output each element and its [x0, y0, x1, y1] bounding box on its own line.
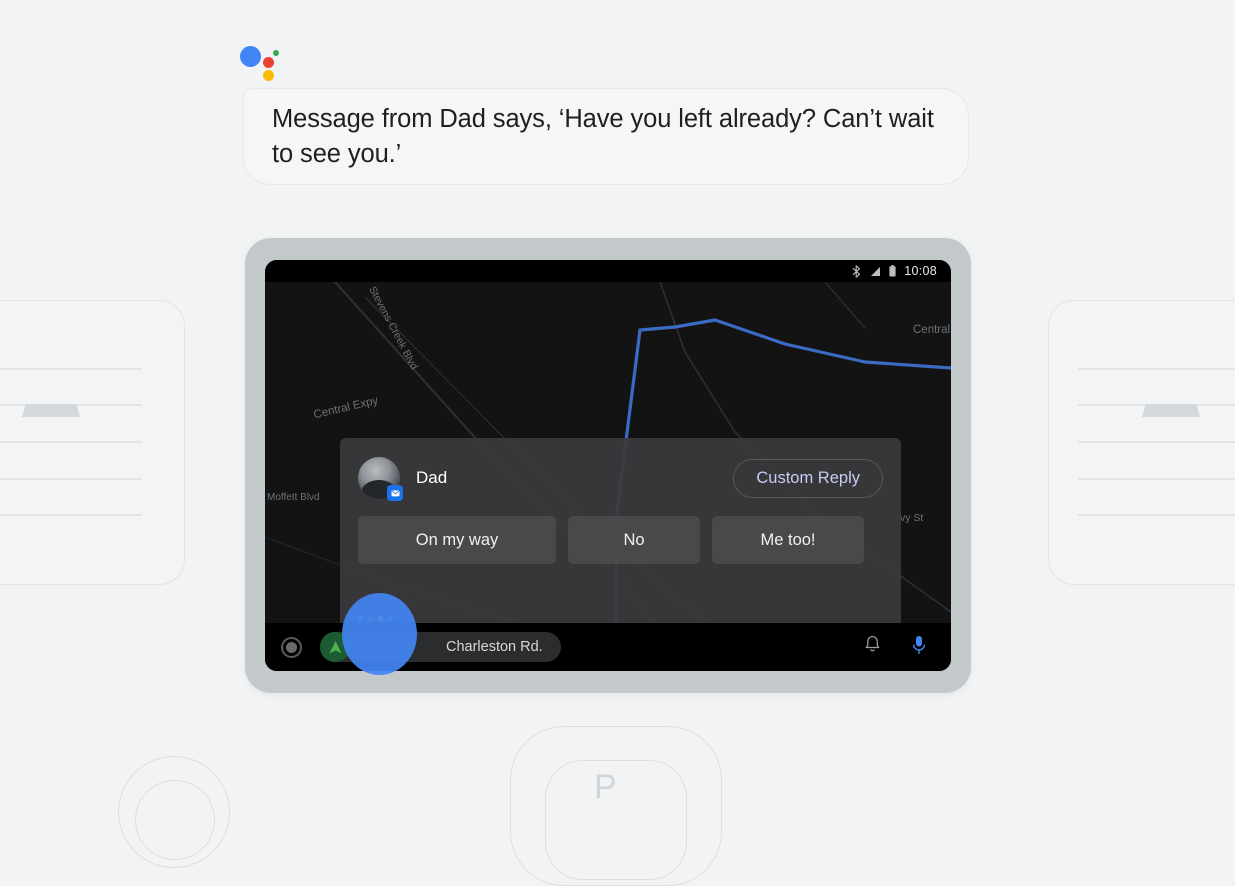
decor-line	[1078, 514, 1235, 516]
decor-line	[0, 478, 142, 480]
bottom-bar-actions	[864, 635, 935, 660]
messages-app-icon	[387, 485, 403, 501]
decor-tab	[1142, 404, 1200, 417]
decorative-list-card-right	[1048, 300, 1235, 585]
decor-line	[0, 514, 142, 516]
signal-bars-icon	[869, 266, 881, 277]
decor-line	[1078, 368, 1235, 370]
assistant-dot-blue	[240, 46, 261, 67]
contact-avatar	[358, 457, 403, 501]
assistant-dot-yellow	[263, 70, 274, 81]
battery-icon	[889, 265, 896, 277]
decorative-concentric-circles	[118, 756, 230, 868]
decorative-concentric-circles	[135, 780, 215, 860]
decor-line	[0, 368, 142, 370]
quick-reply-button-me-too[interactable]: Me too!	[712, 516, 864, 564]
decor-line	[1078, 441, 1235, 443]
bluetooth-icon	[852, 264, 861, 278]
home-ring-icon[interactable]	[281, 636, 302, 658]
decor-line	[1078, 478, 1235, 480]
decor-line	[0, 441, 142, 443]
notification-sender-name: Dad	[416, 468, 448, 487]
navigation-destination-text: Charleston Rd.	[446, 639, 543, 655]
assistant-speech-bubble: Message from Dad says, ‘Have you left al…	[243, 88, 969, 185]
assistant-dot-green	[273, 50, 279, 56]
status-bar-clock: 10:08	[904, 264, 937, 278]
touch-cursor	[342, 593, 417, 675]
message-notification-card[interactable]: Dad Custom Reply On my way No Me too!	[340, 438, 901, 633]
quick-reply-row: On my way No Me too!	[358, 516, 883, 564]
decor-tab	[22, 404, 80, 417]
microphone-icon[interactable]	[911, 635, 927, 660]
decorative-parking-label: P	[594, 768, 617, 806]
assistant-dot-red	[263, 57, 274, 68]
decorative-list-card-left	[0, 300, 185, 585]
decorative-parking-sign-inner	[545, 760, 687, 880]
notifications-bell-icon[interactable]	[864, 635, 881, 659]
status-bar: 10:08	[265, 260, 951, 282]
notification-header: Dad Custom Reply	[358, 452, 883, 504]
quick-reply-button-on-my-way[interactable]: On my way	[358, 516, 556, 564]
custom-reply-button[interactable]: Custom Reply	[733, 458, 883, 498]
assistant-transcript-text: Message from Dad says, ‘Have you left al…	[272, 104, 934, 168]
decorative-parking-sign-outer	[510, 726, 722, 886]
google-assistant-dots-icon	[240, 42, 286, 84]
decor-line	[0, 404, 142, 406]
decor-line	[1078, 404, 1235, 406]
quick-reply-button-no[interactable]: No	[568, 516, 700, 564]
